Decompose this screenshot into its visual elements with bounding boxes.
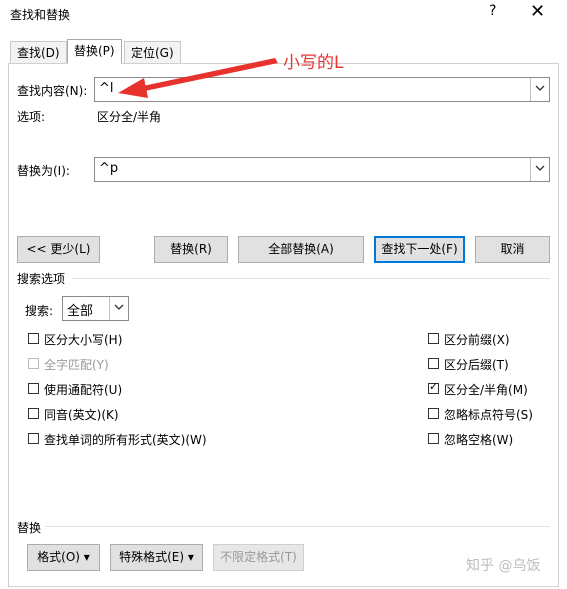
divider bbox=[72, 278, 550, 279]
checkbox-label: 同音(英文)(K) bbox=[44, 408, 119, 422]
checkbox-box[interactable] bbox=[28, 333, 39, 344]
checkbox-ignore-whitespace[interactable]: 忽略空格(W) bbox=[428, 431, 553, 449]
checkbox-sounds-like[interactable]: 同音(英文)(K) bbox=[28, 406, 328, 424]
checkbox-ignore-punctuation[interactable]: 忽略标点符号(S) bbox=[428, 406, 553, 424]
cancel-button[interactable]: 取消 bbox=[475, 236, 550, 263]
chevron-down-icon[interactable] bbox=[530, 78, 549, 101]
find-next-button[interactable]: 查找下一处(F) bbox=[374, 236, 465, 263]
annotation-text: 小写的L bbox=[283, 53, 344, 73]
replace-panel bbox=[8, 63, 559, 587]
divider bbox=[45, 526, 550, 527]
checkbox-match-case[interactable]: 区分大小写(H) bbox=[28, 331, 328, 349]
less-button[interactable]: << 更少(L) bbox=[17, 236, 100, 263]
replace-label: 替换为(I): bbox=[17, 164, 70, 178]
chevron-down-icon[interactable] bbox=[530, 158, 549, 181]
checkbox-label: 忽略标点符号(S) bbox=[444, 408, 533, 422]
watermark: 知乎 @乌饭 bbox=[466, 558, 541, 574]
search-direction-select[interactable]: 全部 bbox=[62, 296, 129, 321]
annotation-arrow-icon bbox=[118, 58, 278, 98]
checkbox-label: 全字匹配(Y) bbox=[44, 358, 109, 372]
search-options-title: 搜索选项 bbox=[17, 272, 66, 286]
replace-button[interactable]: 替换(R) bbox=[154, 236, 228, 263]
checkbox-label: 区分全/半角(M) bbox=[444, 383, 528, 397]
checkbox-label: 使用通配符(U) bbox=[44, 383, 123, 397]
window-title: 查找和替换 bbox=[10, 8, 71, 22]
replace-section-title: 替换 bbox=[17, 521, 42, 535]
checkbox-label: 忽略空格(W) bbox=[444, 433, 514, 447]
checkbox-box[interactable] bbox=[428, 433, 439, 444]
tab-find[interactable]: 查找(D) bbox=[10, 41, 67, 63]
checkbox-whole-word: 全字匹配(Y) bbox=[28, 356, 328, 374]
checkbox-match-prefix[interactable]: 区分前缀(X) bbox=[428, 331, 553, 349]
checkbox-label: 区分后缀(T) bbox=[444, 358, 509, 372]
checkbox-box bbox=[28, 358, 39, 369]
checkbox-box[interactable] bbox=[428, 408, 439, 419]
checkbox-all-word-forms[interactable]: 查找单词的所有形式(英文)(W) bbox=[28, 431, 328, 449]
close-button[interactable]: ✕ bbox=[530, 1, 545, 22]
special-format-button[interactable]: 特殊格式(E) ▾ bbox=[110, 544, 203, 571]
options-label: 选项: bbox=[17, 110, 46, 124]
find-label: 查找内容(N): bbox=[17, 84, 88, 98]
chevron-down-icon[interactable] bbox=[109, 297, 128, 320]
checkbox-box[interactable] bbox=[428, 380, 439, 394]
options-value: 区分全/半角 bbox=[97, 110, 162, 124]
checkbox-match-width[interactable]: 区分全/半角(M) bbox=[428, 380, 553, 399]
checkbox-box[interactable] bbox=[28, 433, 39, 444]
checkbox-box[interactable] bbox=[28, 383, 39, 394]
checkbox-match-suffix[interactable]: 区分后缀(T) bbox=[428, 356, 553, 374]
replace-combobox[interactable]: ^p bbox=[94, 157, 550, 182]
replace-all-button[interactable]: 全部替换(A) bbox=[238, 236, 364, 263]
no-formatting-button: 不限定格式(T) bbox=[213, 544, 304, 571]
search-direction-value: 全部 bbox=[67, 304, 94, 319]
replace-input[interactable]: ^p bbox=[99, 161, 118, 176]
checkbox-box[interactable] bbox=[28, 408, 39, 419]
tab-replace[interactable]: 替换(P) bbox=[67, 39, 122, 64]
checkbox-wildcards[interactable]: 使用通配符(U) bbox=[28, 381, 328, 399]
search-label: 搜索: bbox=[25, 304, 54, 318]
checkbox-label: 区分前缀(X) bbox=[444, 333, 510, 347]
help-button[interactable]: ? bbox=[489, 3, 496, 19]
checkbox-label: 区分大小写(H) bbox=[44, 333, 123, 347]
title-bar bbox=[0, 0, 567, 30]
checkbox-label: 查找单词的所有形式(英文)(W) bbox=[44, 433, 207, 447]
checkbox-box[interactable] bbox=[428, 333, 439, 344]
format-button[interactable]: 格式(O) ▾ bbox=[27, 544, 100, 571]
checkbox-box[interactable] bbox=[428, 358, 439, 369]
